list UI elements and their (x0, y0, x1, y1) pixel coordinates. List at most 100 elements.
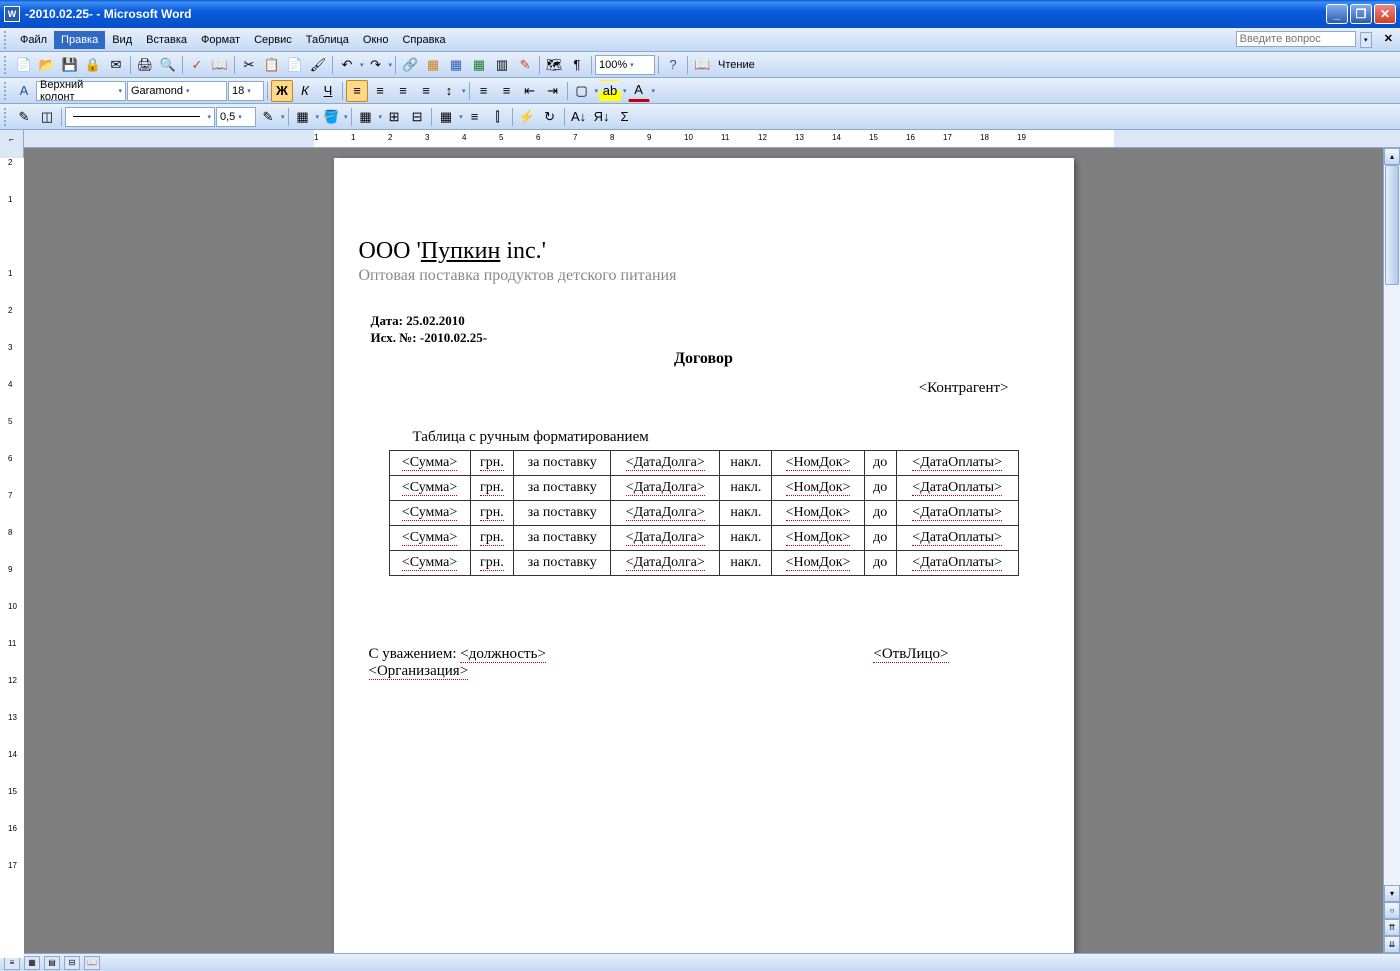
table-row[interactable]: <Сумма>грн.за поставку<ДатаДолга>накл.<Н… (389, 501, 1018, 526)
shading-dropdown[interactable]: ▾ (344, 113, 348, 121)
undo-button[interactable]: ↶ (336, 54, 358, 76)
font-color-button[interactable]: A (628, 80, 650, 102)
table-cell[interactable]: <НомДок> (772, 501, 864, 526)
highlight-dropdown[interactable]: ▾ (623, 87, 627, 95)
prev-page-button[interactable]: ⇈ (1384, 919, 1400, 936)
print-view-button[interactable]: ▤ (44, 956, 60, 970)
merge-cells-button[interactable]: ⊞ (383, 106, 405, 128)
draw-table-button[interactable]: ✎ (13, 106, 35, 128)
table-cell[interactable]: <ДатаДолга> (611, 501, 720, 526)
redo-dropdown[interactable]: ▾ (389, 61, 393, 69)
new-button[interactable]: 📄 (13, 54, 35, 76)
reading-label[interactable]: Чтение (714, 59, 759, 71)
table-cell[interactable]: <ДатаДолга> (611, 526, 720, 551)
table-cell[interactable]: <ДатаОплаты> (896, 526, 1018, 551)
table-row[interactable]: <Сумма>грн.за поставку<ДатаДолга>накл.<Н… (389, 451, 1018, 476)
table-cell[interactable]: накл. (720, 451, 772, 476)
maximize-button[interactable]: ❐ (1350, 4, 1372, 24)
table-cell[interactable]: за поставку (514, 476, 611, 501)
table-cell[interactable]: накл. (720, 476, 772, 501)
table-row[interactable]: <Сумма>грн.за поставку<ДатаДолга>накл.<Н… (389, 551, 1018, 576)
distribute-rows-button[interactable]: ≡ (464, 106, 486, 128)
menu-view[interactable]: Вид (105, 31, 139, 49)
borders-dropdown[interactable]: ▾ (316, 113, 320, 121)
table-cell[interactable]: <Сумма> (389, 451, 470, 476)
table-cell[interactable]: грн. (470, 526, 514, 551)
autoformat-button[interactable]: ⚡ (516, 106, 538, 128)
table-cell[interactable]: накл. (720, 501, 772, 526)
eraser-button[interactable]: ◫ (36, 106, 58, 128)
show-marks-button[interactable]: ¶ (566, 54, 588, 76)
align-cell-button[interactable]: ▦ (435, 106, 457, 128)
distribute-cols-button[interactable]: ⫿ (487, 106, 509, 128)
minimize-button[interactable]: _ (1326, 4, 1348, 24)
document-page[interactable]: ООО 'Пупкин inc.' Оптовая поставка проду… (334, 158, 1074, 953)
table-cell[interactable]: грн. (470, 501, 514, 526)
italic-button[interactable]: К (294, 80, 316, 102)
line-weight-selector[interactable]: 0,5▾ (216, 107, 256, 127)
line-spacing-button[interactable]: ↕ (438, 80, 460, 102)
underline-button[interactable]: Ч (317, 80, 339, 102)
spellcheck-button[interactable]: ✓ (186, 54, 208, 76)
format-painter-button[interactable]: 🖌 (307, 54, 329, 76)
table-cell[interactable]: <НомДок> (772, 551, 864, 576)
table-cell[interactable]: накл. (720, 526, 772, 551)
table-cell[interactable]: за поставку (514, 526, 611, 551)
line-style-selector[interactable]: ▾ (65, 107, 215, 127)
table-cell[interactable]: грн. (470, 551, 514, 576)
doc-map-button[interactable]: 🗺 (543, 54, 565, 76)
save-button[interactable]: 💾 (59, 54, 81, 76)
open-button[interactable]: 📂 (36, 54, 58, 76)
table-cell[interactable]: за поставку (514, 451, 611, 476)
table-cell[interactable]: до (864, 451, 896, 476)
print-button[interactable]: 🖨 (134, 54, 156, 76)
vertical-ruler[interactable]: 211234567891011121314151617 (0, 148, 24, 953)
style-selector[interactable]: Верхний колонт▾ (36, 81, 126, 101)
borders-button[interactable]: ▦ (292, 106, 314, 128)
menu-format[interactable]: Формат (194, 31, 247, 49)
align-cell-dropdown[interactable]: ▾ (459, 113, 463, 121)
table-cell[interactable]: до (864, 526, 896, 551)
table-cell[interactable]: <НомДок> (772, 476, 864, 501)
text-direction-button[interactable]: ↻ (539, 106, 561, 128)
table-cell[interactable]: <НомДок> (772, 451, 864, 476)
close-button[interactable]: ✕ (1374, 4, 1396, 24)
table-cell[interactable]: <ДатаОплаты> (896, 451, 1018, 476)
browse-object-button[interactable]: ○ (1384, 902, 1400, 919)
next-page-button[interactable]: ⇊ (1384, 936, 1400, 953)
table-cell[interactable]: <НомДок> (772, 526, 864, 551)
redo-button[interactable]: ↷ (365, 54, 387, 76)
insert-table-button[interactable]: ▦ (445, 54, 467, 76)
table-cell[interactable]: за поставку (514, 551, 611, 576)
menu-tools[interactable]: Сервис (247, 31, 299, 49)
help-button[interactable]: ? (662, 54, 684, 76)
decrease-indent-button[interactable]: ⇤ (519, 80, 541, 102)
insert-table-button2[interactable]: ▦ (355, 106, 377, 128)
zoom-selector[interactable]: 100%▾ (595, 55, 655, 75)
border-color-dropdown[interactable]: ▾ (281, 113, 285, 121)
menu-help[interactable]: Справка (395, 31, 452, 49)
sort-asc-button[interactable]: A↓ (568, 106, 590, 128)
table-cell[interactable]: до (864, 501, 896, 526)
toolbar-handle[interactable] (4, 108, 10, 126)
font-color-dropdown[interactable]: ▾ (652, 87, 656, 95)
permission-button[interactable]: 🔒 (82, 54, 104, 76)
table-cell[interactable]: грн. (470, 476, 514, 501)
table-row[interactable]: <Сумма>грн.за поставку<ДатаДолга>накл.<Н… (389, 476, 1018, 501)
copy-button[interactable]: 📋 (261, 54, 283, 76)
table-cell[interactable]: <ДатаОплаты> (896, 501, 1018, 526)
table-cell[interactable]: <ДатаДолга> (611, 476, 720, 501)
bullets-button[interactable]: ≡ (496, 80, 518, 102)
split-cells-button[interactable]: ⊟ (406, 106, 428, 128)
email-button[interactable]: ✉ (105, 54, 127, 76)
highlight-button[interactable]: ab (599, 80, 621, 102)
table-cell[interactable]: <ДатаДолга> (611, 551, 720, 576)
scroll-track[interactable] (1384, 165, 1400, 885)
table-cell[interactable]: <Сумма> (389, 476, 470, 501)
reading-view-button[interactable]: 📖 (84, 956, 100, 970)
table-cell[interactable]: <Сумма> (389, 501, 470, 526)
numbering-button[interactable]: ≡ (473, 80, 495, 102)
border-dropdown[interactable]: ▾ (595, 87, 599, 95)
menu-window[interactable]: Окно (356, 31, 396, 49)
styles-pane-button[interactable]: A (13, 80, 35, 102)
